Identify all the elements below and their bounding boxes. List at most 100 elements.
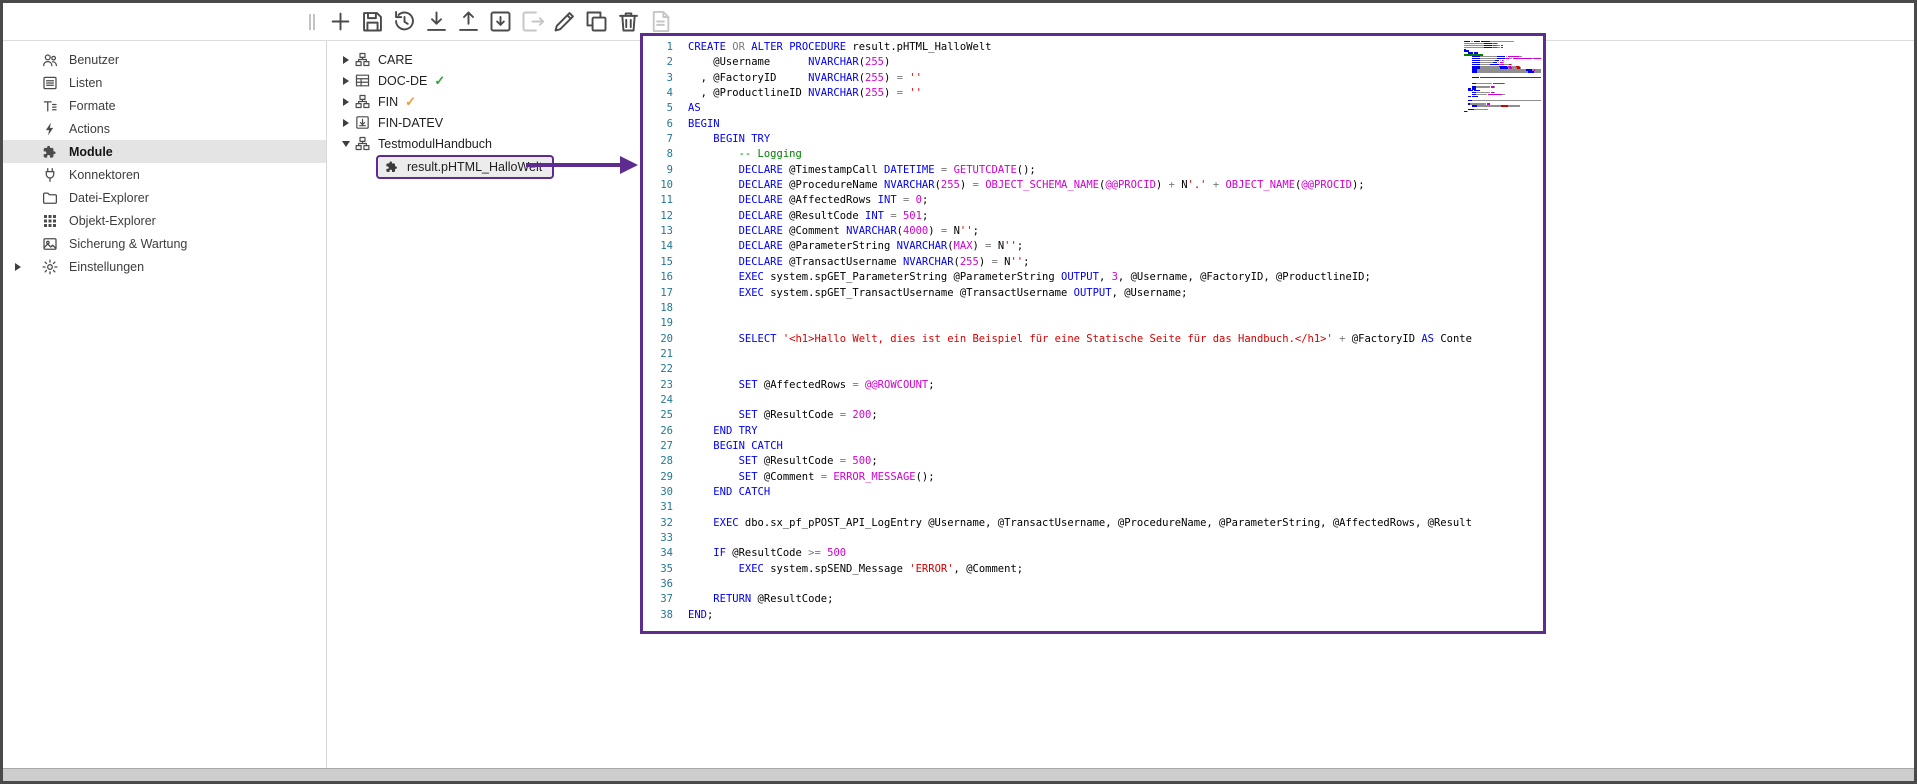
code-line-24[interactable]: 24 <box>647 393 1543 408</box>
connectors-icon <box>41 166 59 184</box>
code-line-7[interactable]: 7 BEGIN TRY <box>647 132 1543 147</box>
code-line-36[interactable]: 36 <box>647 577 1543 592</box>
chevron-right-icon[interactable] <box>343 77 349 85</box>
actions-icon <box>41 120 59 138</box>
tree-item-testmodulhandbuch[interactable]: TestmodulHandbuch <box>328 133 638 154</box>
code-line-38[interactable]: 38END; <box>647 608 1543 623</box>
sidebar-item-formate[interactable]: Formate <box>3 94 326 117</box>
code-line-20[interactable]: 20 SELECT '<h1>Hallo Welt, dies ist ein … <box>647 332 1543 347</box>
tree-item-care[interactable]: CARE <box>328 49 638 70</box>
sidebar-item-benutzer[interactable]: Benutzer <box>3 48 326 71</box>
sql-editor[interactable]: 1CREATE OR ALTER PROCEDURE result.pHTML_… <box>640 33 1546 634</box>
code-line-4[interactable]: 4 , @ProductlineID NVARCHAR(255) = '' <box>647 86 1543 101</box>
code-lines[interactable]: 1CREATE OR ALTER PROCEDURE result.pHTML_… <box>643 36 1543 631</box>
tree-item-result-phtml-hallowelt[interactable]: result.pHTML_HalloWelt <box>350 154 638 179</box>
code-line-26[interactable]: 26 END TRY <box>647 424 1543 439</box>
sidebar-item-einstellungen[interactable]: Einstellungen <box>3 255 326 278</box>
code-line-5[interactable]: 5AS <box>647 101 1543 116</box>
sidebar-item-konnektoren[interactable]: Konnektoren <box>3 163 326 186</box>
chevron-right-icon[interactable] <box>343 56 349 64</box>
download-icon <box>423 8 450 35</box>
code-text: BEGIN CATCH <box>688 439 783 454</box>
line-number: 26 <box>647 424 673 439</box>
sidebar-item-label: Module <box>69 145 113 159</box>
code-line-32[interactable]: 32 EXEC dbo.sx_pf_pPOST_API_LogEntry @Us… <box>647 516 1543 531</box>
code-line-34[interactable]: 34 IF @ResultCode >= 500 <box>647 546 1543 561</box>
edit-button[interactable] <box>551 8 578 35</box>
bottom-scrollbar[interactable] <box>3 768 1914 781</box>
code-line-22[interactable]: 22 <box>647 362 1543 377</box>
code-line-28[interactable]: 28 SET @ResultCode = 500; <box>647 454 1543 469</box>
sidebar-item-module[interactable]: Module <box>3 140 326 163</box>
code-text: DECLARE @TransactUsername NVARCHAR(255) … <box>688 255 1029 270</box>
line-number: 6 <box>647 117 673 132</box>
tree-item-fin-datev[interactable]: FIN-DATEV <box>328 112 638 133</box>
code-line-29[interactable]: 29 SET @Comment = ERROR_MESSAGE(); <box>647 470 1543 485</box>
code-line-3[interactable]: 3 , @FactoryID NVARCHAR(255) = '' <box>647 71 1543 86</box>
add-icon <box>327 8 354 35</box>
code-line-27[interactable]: 27 BEGIN CATCH <box>647 439 1543 454</box>
add-button[interactable] <box>327 8 354 35</box>
code-line-30[interactable]: 30 END CATCH <box>647 485 1543 500</box>
code-text: END TRY <box>688 424 758 439</box>
code-line-14[interactable]: 14 DECLARE @ParameterString NVARCHAR(MAX… <box>647 239 1543 254</box>
chevron-right-icon[interactable] <box>15 263 21 271</box>
line-number: 22 <box>647 362 673 377</box>
copy-icon <box>583 8 610 35</box>
module-tree: CAREDOC-DE✓FIN✓FIN-DATEV TestmodulHandbuc… <box>328 41 638 769</box>
download-button[interactable] <box>423 8 450 35</box>
chevron-right-icon[interactable] <box>343 98 349 106</box>
line-number: 37 <box>647 592 673 607</box>
sidebar-item-listen[interactable]: Listen <box>3 71 326 94</box>
code-line-19[interactable]: 19 <box>647 316 1543 331</box>
tree-item-label: TestmodulHandbuch <box>378 137 492 151</box>
code-line-33[interactable]: 33 <box>647 531 1543 546</box>
code-line-9[interactable]: 9 DECLARE @TimestampCall DATETIME = GETU… <box>647 163 1543 178</box>
code-line-10[interactable]: 10 DECLARE @ProcedureName NVARCHAR(255) … <box>647 178 1543 193</box>
chevron-down-icon[interactable] <box>342 141 350 147</box>
line-number: 29 <box>647 470 673 485</box>
sidebar-item-actions[interactable]: Actions <box>3 117 326 140</box>
tree-item-doc-de[interactable]: DOC-DE✓ <box>328 70 638 91</box>
sidebar-item-datei-explorer[interactable]: Datei-Explorer <box>3 186 326 209</box>
code-line-8[interactable]: 8 -- Logging <box>647 147 1543 162</box>
code-line-6[interactable]: 6BEGIN <box>647 117 1543 132</box>
code-line-11[interactable]: 11 DECLARE @AffectedRows INT = 0; <box>647 193 1543 208</box>
code-line-12[interactable]: 12 DECLARE @ResultCode INT = 501; <box>647 209 1543 224</box>
panel-resize-handle[interactable] <box>309 14 315 30</box>
code-line-16[interactable]: 16 EXEC system.spGET_ParameterString @Pa… <box>647 270 1543 285</box>
code-line-21[interactable]: 21 <box>647 347 1543 362</box>
code-line-25[interactable]: 25 SET @ResultCode = 200; <box>647 408 1543 423</box>
import-button[interactable] <box>487 8 514 35</box>
tree-item-label: FIN <box>378 95 398 109</box>
history-button[interactable] <box>391 8 418 35</box>
sidebar-item-sicherung-wartung[interactable]: Sicherung & Wartung <box>3 232 326 255</box>
code-line-31[interactable]: 31 <box>647 500 1543 515</box>
minimap[interactable] <box>1461 38 1541 116</box>
delete-button[interactable] <box>615 8 642 35</box>
sidebar-item-objekt-explorer[interactable]: Objekt-Explorer <box>3 209 326 232</box>
chevron-right-icon[interactable] <box>343 119 349 127</box>
code-text: SET @ResultCode = 200; <box>688 408 878 423</box>
sidebar-item-label: Formate <box>69 99 116 113</box>
code-line-1[interactable]: 1CREATE OR ALTER PROCEDURE result.pHTML_… <box>647 40 1543 55</box>
line-number: 24 <box>647 393 673 408</box>
line-number: 34 <box>647 546 673 561</box>
line-number: 2 <box>647 55 673 70</box>
save-button[interactable] <box>359 8 386 35</box>
code-line-17[interactable]: 17 EXEC system.spGET_TransactUsername @T… <box>647 286 1543 301</box>
tree-item-fin[interactable]: FIN✓ <box>328 91 638 112</box>
upload-button[interactable] <box>455 8 482 35</box>
code-line-18[interactable]: 18 <box>647 301 1543 316</box>
code-text: , @ProductlineID NVARCHAR(255) = '' <box>688 86 922 101</box>
code-line-15[interactable]: 15 DECLARE @TransactUsername NVARCHAR(25… <box>647 255 1543 270</box>
line-number: 19 <box>647 316 673 331</box>
code-line-2[interactable]: 2 @Username NVARCHAR(255) <box>647 55 1543 70</box>
module-icon <box>384 159 400 175</box>
code-line-35[interactable]: 35 EXEC system.spSEND_Message 'ERROR', @… <box>647 562 1543 577</box>
code-line-13[interactable]: 13 DECLARE @Comment NVARCHAR(4000) = N''… <box>647 224 1543 239</box>
code-line-23[interactable]: 23 SET @AffectedRows = @@ROWCOUNT; <box>647 378 1543 393</box>
code-line-37[interactable]: 37 RETURN @ResultCode; <box>647 592 1543 607</box>
copy-button[interactable] <box>583 8 610 35</box>
line-number: 21 <box>647 347 673 362</box>
